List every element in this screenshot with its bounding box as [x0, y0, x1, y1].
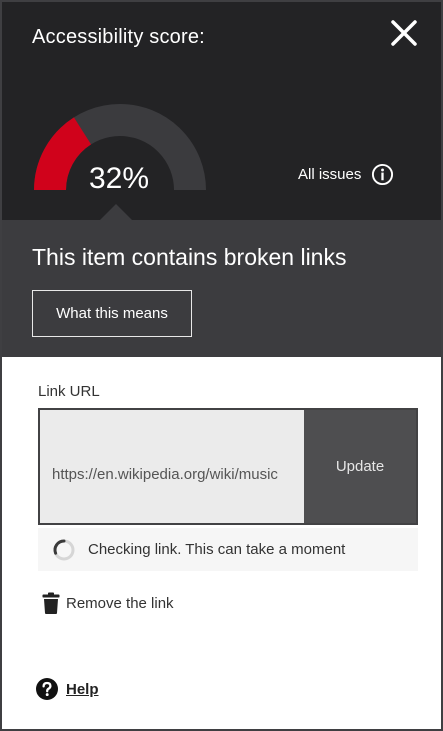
trash-icon	[42, 592, 60, 614]
panel-title: Accessibility score:	[32, 26, 205, 48]
info-icon	[372, 163, 394, 185]
spinner-icon	[53, 539, 75, 560]
checking-status: Checking link. This can take a moment	[38, 528, 418, 571]
link-url-label: Link URL	[38, 383, 100, 400]
help-label: Help	[66, 680, 99, 698]
update-button[interactable]: Update	[304, 410, 416, 523]
score-header: Accessibility score: 32% All issues	[2, 2, 441, 220]
link-url-input[interactable]	[40, 410, 304, 523]
remove-link-label: Remove the link	[66, 594, 174, 612]
question-circle-icon	[36, 678, 58, 700]
score-percentage: 32%	[88, 162, 150, 195]
checking-text: Checking link. This can take a moment	[88, 541, 346, 558]
help-link[interactable]: Help	[36, 678, 99, 700]
close-icon	[391, 20, 417, 46]
url-field-group: Update	[38, 408, 418, 525]
accessibility-panel: Accessibility score: 32% All issues This…	[0, 0, 443, 731]
pointer-notch	[100, 204, 132, 220]
close-button[interactable]	[387, 16, 421, 50]
all-issues-link[interactable]: All issues	[298, 160, 394, 188]
what-this-means-button[interactable]: What this means	[32, 290, 192, 337]
remove-link-button[interactable]: Remove the link	[42, 592, 174, 614]
all-issues-label: All issues	[298, 165, 362, 183]
issue-heading: This item contains broken links	[32, 244, 347, 270]
issue-summary: This item contains broken links What thi…	[2, 220, 441, 357]
